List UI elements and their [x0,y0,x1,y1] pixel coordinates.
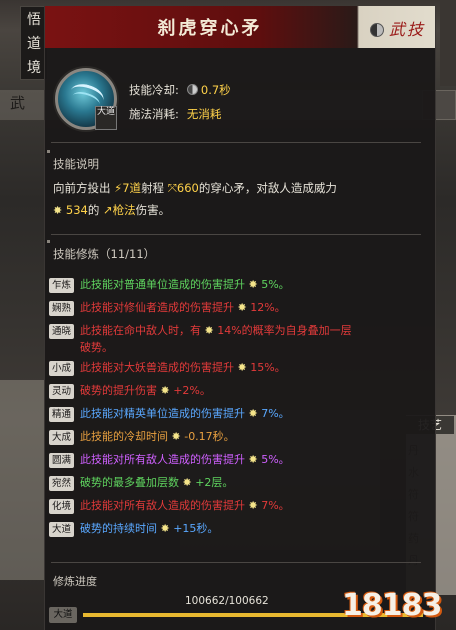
cultivation-value: -0.17秒。 [184,430,235,443]
cultivation-row: 通晓 此技能在命中敌人时，有 ✸ 14%的概率为自身叠加一层 [49,322,352,339]
cultivation-text: 此技能对大妖兽造成的伤害提升 [80,361,234,374]
cultivation-badge: 精通 [49,407,74,422]
cultivation-text-cont: 破势。 [80,341,113,354]
divider [51,142,421,143]
cultivation-value: +15秒。 [173,522,219,535]
cultivation-text: 此技能对普通单位造成的伤害提升 [80,278,245,291]
spear-type-icon: ↗ [102,203,113,217]
star-icon: ✸ [245,453,262,466]
title-bar: 刹虎穿心矛 武技 [45,6,435,48]
cultivation-text: 此技能在命中敌人时，有 [80,324,201,337]
realm-char: 道 [27,36,41,52]
range-value: 660 [176,181,199,195]
star-icon: ✸ [245,407,262,420]
description-header: 技能说明 [47,150,99,171]
cultivation-text: 破势的持续时间 [80,522,157,535]
cultivation-row: 大成 此技能的冷却时间 ✸ -0.17秒。 [49,428,235,445]
desc-text: 射程 [141,181,168,195]
power-value: 534 [65,203,88,217]
desc-text: 的穿心矛，对敌人造成威力 [198,181,337,195]
cooldown-label: 技能冷却: [129,83,179,97]
realm-char: 悟 [27,12,41,28]
cultivation-row: 小成 此技能对大妖兽造成的伤害提升 ✸ 15%。 [49,359,286,376]
cultivation-value: +2%。 [173,384,211,397]
cultivation-row: 宛然 破势的最多叠加层数 ✸ +2层。 [49,474,233,491]
cultivation-row: 大道 破势的持续时间 ✸ +15秒。 [49,520,218,537]
realm-char: 境 [27,60,41,76]
cultivation-badge: 乍炼 [49,278,74,293]
cultivation-text: 此技能的冷却时间 [80,430,168,443]
cultivation-value: 7%。 [261,499,290,512]
star-icon: ✸ [168,430,185,443]
cultivation-value: 5%。 [261,453,290,466]
cultivation-badge: 宛然 [49,476,74,491]
divider [51,562,421,563]
skill-type-tag: 武技 [389,20,426,39]
cultivation-badge: 大成 [49,430,74,445]
yin-yang-icon [370,23,384,37]
cultivation-text: 此技能对精英单位造成的伤害提升 [80,407,245,420]
site-watermark: 18183 [342,578,454,630]
star-icon: ✸ [157,522,174,535]
skill-title: 刹虎穿心矛 [157,18,263,39]
cultivation-value: 14%的概率为自身叠加一层 [217,324,352,337]
cultivation-row: 化境 此技能对所有敌人造成的伤害提升 ✸ 7%。 [49,497,290,514]
cooldown-icon [186,84,198,95]
cultivation-value: +2层。 [195,476,234,489]
cultivation-text: 此技能对修仙者造成的伤害提升 [80,301,234,314]
right-edge-panel [440,0,456,86]
description-line-2: ✸ 534的 ↗枪法伤害。 [53,200,170,221]
cultivation-value: 5%。 [261,278,290,291]
progress-header: 修炼进度 [53,575,97,588]
description-line-1: 向前方投出 ⚡7道射程 ⤧660的穿心矛，对敌人造成威力 [53,178,337,198]
cultivation-row: 圆满 此技能对所有敌人造成的伤害提升 ✸ 5%。 [49,451,290,468]
star-icon: ✸ [245,499,262,512]
cooldown-stat: 技能冷却: 0.7秒 [129,82,231,98]
cost-value: 无消耗 [186,107,222,121]
cost-label: 施法消耗: [129,107,179,121]
progress-badge: 大道 [49,607,77,623]
cultivation-badge: 通晓 [49,324,74,339]
realm-badge: 大道 [95,106,117,130]
background-tab-label: 武 [10,94,26,112]
cultivation-badge: 灵动 [49,384,74,399]
cost-stat: 施法消耗: 无消耗 [129,106,221,122]
star-icon: ✸ [201,324,218,337]
range-icon: ⤧ [167,181,177,195]
cultivation-badge: 圆满 [49,453,74,468]
skill-tooltip: 刹虎穿心矛 武技 大道 技能冷却: 0.7秒 施法消耗: 无消耗 技能说明 向前方投… [44,6,436,630]
watermark-text: 18183 [342,588,442,623]
cultivation-text: 此技能对所有敌人造成的伤害提升 [80,499,245,512]
damage-type: 枪法 [112,203,136,217]
progress-text: 100662/100662 [185,595,269,607]
star-icon: ✸ [179,476,196,489]
cultivation-text: 破势的提升伤害 [80,384,157,397]
star-icon: ✸ [157,384,174,397]
cultivation-value: 7%。 [261,407,290,420]
power-icon: ✸ [53,204,63,217]
background-card-left [0,380,45,580]
projectile-count: 7道 [122,181,142,195]
desc-text: 伤害。 [135,203,171,217]
desc-text: 的 [87,203,100,217]
cultivation-text: 破势的最多叠加层数 [80,476,179,489]
cultivation-row: 灵动 破势的提升伤害 ✸ +2%。 [49,382,211,399]
cultivation-badge: 大道 [49,522,74,537]
star-icon: ✸ [234,361,251,374]
cooldown-value: 0.7秒 [200,83,231,97]
cultivation-row: 乍炼 此技能对普通单位造成的伤害提升 ✸ 5%。 [49,276,290,293]
cultivation-row: 精通 此技能对精英单位造成的伤害提升 ✸ 7%。 [49,405,290,422]
cultivation-header: 技能修炼（11/11） [46,240,156,261]
cultivation-badge: 化境 [49,499,74,514]
cultivation-value: 12%。 [250,301,286,314]
cultivation-badge: 娴熟 [49,301,74,316]
desc-text: 向前方投出 [53,181,115,195]
cultivation-value: 15%。 [250,361,286,374]
cultivation-row: 娴熟 此技能对修仙者造成的伤害提升 ✸ 12%。 [49,299,286,316]
cultivation-text: 此技能对所有敌人造成的伤害提升 [80,453,245,466]
star-icon: ✸ [245,278,262,291]
divider [51,234,421,235]
star-icon: ✸ [234,301,251,314]
cultivation-badge: 小成 [49,361,74,376]
